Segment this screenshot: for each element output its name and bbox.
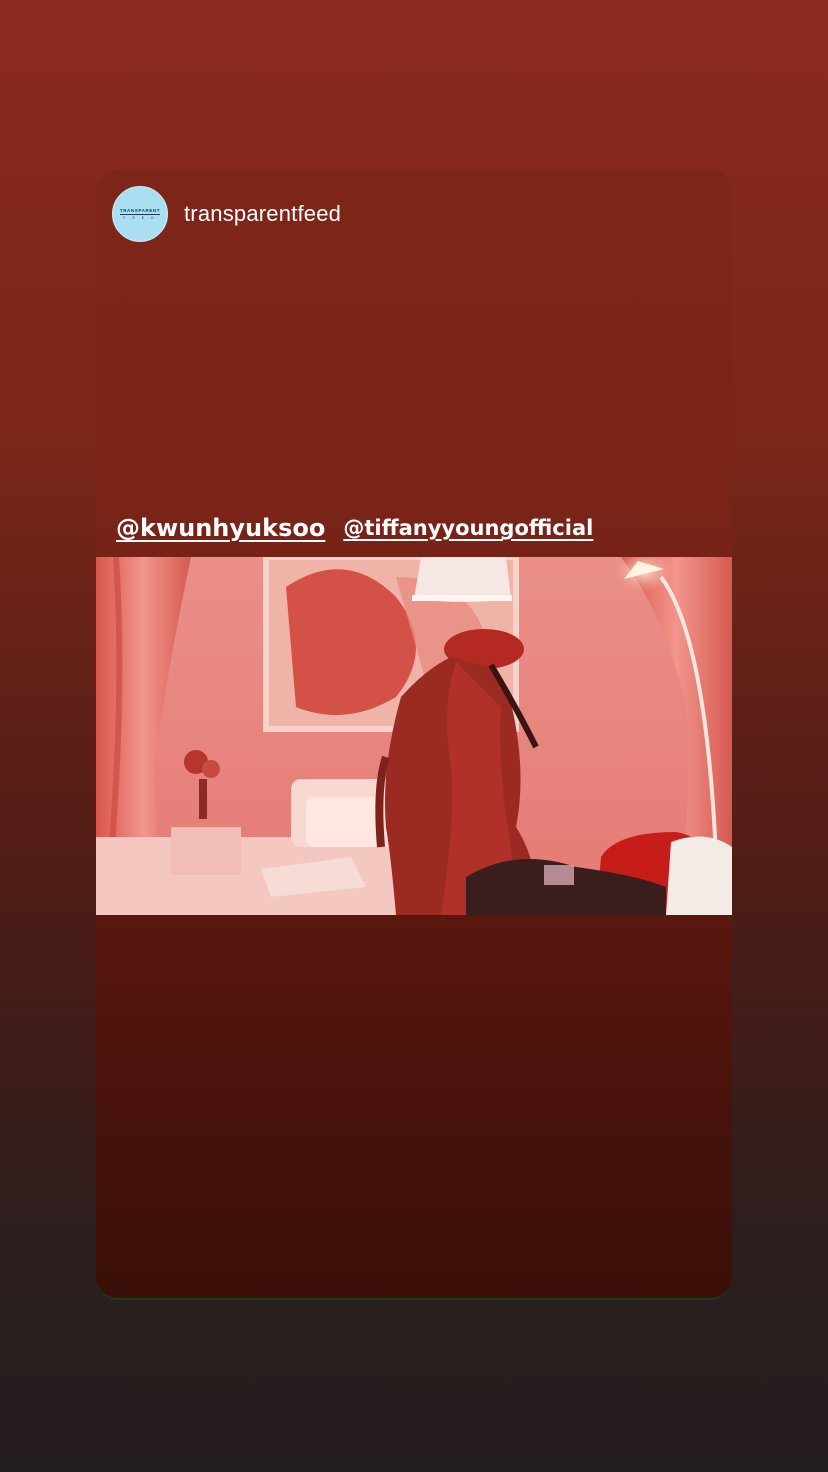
mention-tags: @kwunhyuksoo @tiffanyyoungofficial — [116, 514, 593, 542]
avatar[interactable]: TRANSPARENT F E E D — [112, 186, 168, 242]
avatar-brand-text: TRANSPARENT — [119, 208, 161, 213]
mention-tiffanyyoungofficial[interactable]: @tiffanyyoungofficial — [343, 514, 593, 542]
story-card[interactable]: TRANSPARENT F E E D transparentfeed @kwu… — [96, 170, 732, 1300]
username-link[interactable]: transparentfeed — [184, 201, 341, 227]
video-scene — [96, 557, 732, 915]
story-header: TRANSPARENT F E E D transparentfeed — [112, 186, 341, 242]
avatar-divider — [120, 214, 160, 215]
avatar-sub-text: F E E D — [123, 216, 157, 220]
video-frame[interactable] — [96, 557, 732, 915]
mention-kwunhyuksoo[interactable]: @kwunhyuksoo — [116, 514, 325, 542]
